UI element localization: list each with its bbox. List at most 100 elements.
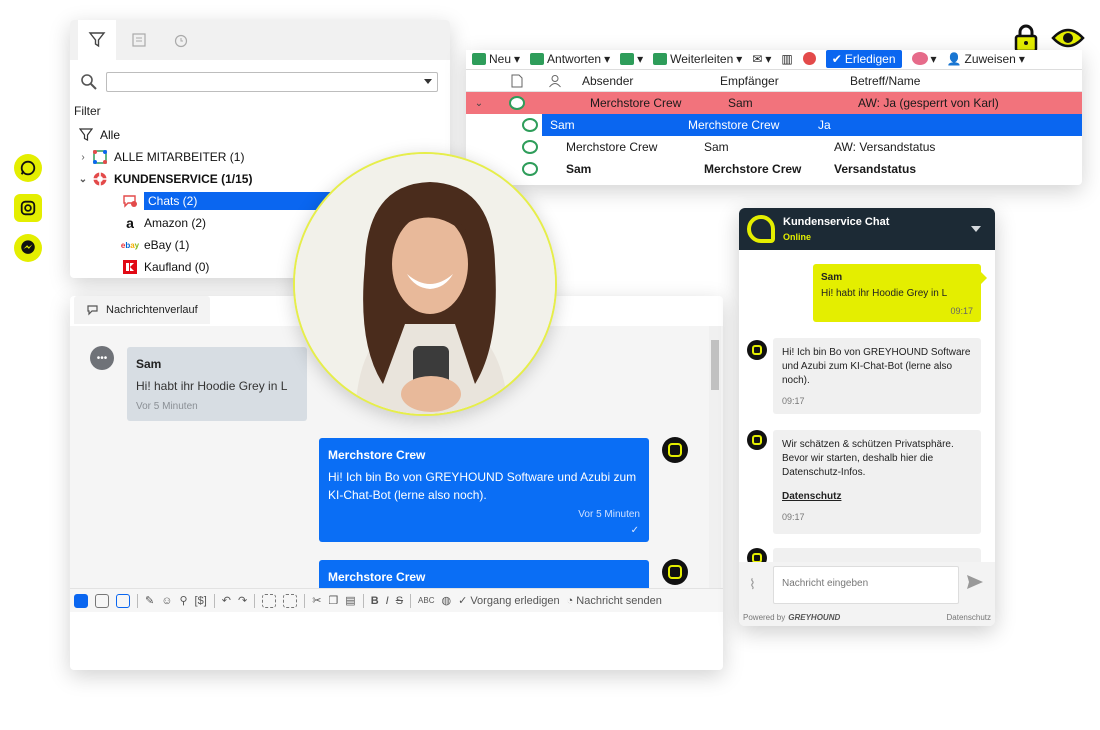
reply-button[interactable]: Antworten ▾: [530, 52, 610, 66]
done-button[interactable]: ✔ Erledigen: [825, 50, 902, 68]
dropdown-caret-icon[interactable]: [424, 79, 432, 84]
tab-label: Nachrichtenverlauf: [106, 304, 198, 316]
status-button[interactable]: ▾: [911, 52, 937, 66]
mail-to: Sam: [728, 96, 753, 110]
chevron-down-icon[interactable]: ⌄: [76, 174, 90, 185]
bold-icon[interactable]: B: [371, 595, 379, 607]
compose-toolbar: ✎ ☺ ⚲ [$] ↶ ↷ ✂ ❐ ▤ B I S ABC ◍ ✓ Vorgan…: [70, 588, 723, 612]
envelope-icon: ✉: [752, 51, 763, 66]
widget-messages: Sam Hi! habt ihr Hoodie Grey in L 09:17 …: [739, 250, 995, 562]
paste-icon[interactable]: ▤: [345, 594, 355, 607]
send-icon[interactable]: [965, 572, 985, 595]
notes-icon: [132, 33, 146, 47]
check-icon: ✔: [831, 51, 842, 66]
task-checkbox-icon[interactable]: [74, 593, 88, 608]
tab-alarm[interactable]: [162, 20, 200, 60]
mail-row[interactable]: ⌄ Merchstore Crew Sam AW: Ja (gesperrt v…: [466, 92, 1082, 114]
cut-icon[interactable]: ✂: [312, 594, 321, 607]
widget-header: Kundenservice Chat Online: [739, 208, 995, 250]
spellcheck-icon[interactable]: ABC: [418, 596, 434, 605]
ebay-icon: ebay: [120, 240, 140, 250]
mail-subject: AW: Ja (gesperrt von Karl): [858, 96, 999, 110]
bot-avatar-icon: [747, 340, 767, 360]
reply-all-button[interactable]: ▾: [620, 52, 643, 66]
chevron-down-icon[interactable]: ⌄: [466, 98, 492, 109]
globe-icon[interactable]: ◍: [442, 594, 452, 607]
lifebuoy-icon: [90, 171, 110, 187]
privacy-link[interactable]: Datenschutz: [782, 490, 972, 504]
send-message-button[interactable]: ◔ Nachricht senden: [567, 595, 662, 607]
message-text: Hi! habt ihr Hoodie Grey in L: [821, 288, 948, 299]
copy-icon[interactable]: ❐: [328, 594, 338, 607]
mail-from: Sam: [550, 118, 575, 132]
tab-notes[interactable]: [120, 20, 158, 60]
tab-filter[interactable]: [78, 20, 116, 60]
footer-privacy-link[interactable]: Datenschutz: [947, 613, 991, 622]
tree-item-label: Kaufland (0): [144, 260, 210, 274]
amazon-icon: a: [126, 215, 134, 231]
send-icon: ◔: [566, 594, 574, 607]
attachment-icon[interactable]: ✎: [145, 594, 154, 607]
mail-row[interactable]: Sam Merchstore Crew Ja: [466, 114, 1082, 136]
mail-row[interactable]: Sam Merchstore Crew Versandstatus: [466, 158, 1082, 180]
strikethrough-icon[interactable]: S: [396, 595, 403, 607]
widget-status: Online: [783, 232, 812, 242]
kaufland-icon: [120, 259, 140, 275]
message-sender: Sam: [136, 357, 162, 371]
mail-subject: AW: Versandstatus: [834, 140, 936, 154]
whatsapp-icon: [14, 154, 42, 182]
column-header-subject[interactable]: Betreff/Name: [850, 74, 1082, 88]
mail-from: Sam: [566, 162, 592, 176]
chevron-down-icon[interactable]: [971, 226, 981, 232]
bot-message: Wir schätzen & schützen Privatsphäre. Be…: [773, 430, 981, 534]
italic-icon[interactable]: I: [386, 595, 389, 607]
undo-icon[interactable]: ↶: [222, 594, 231, 607]
emoji-icon[interactable]: ☺: [161, 595, 172, 607]
select-icon[interactable]: [283, 593, 298, 608]
conversation-scrollbar[interactable]: [709, 326, 721, 588]
alarm-clock-icon: [174, 34, 188, 48]
message-text: Hi! Ich bin Bo von GREYHOUND Software un…: [782, 347, 971, 386]
mail-row[interactable]: Merchstore Crew Sam AW: Versandstatus: [466, 136, 1082, 158]
outgoing-message: Merchstore Crew: [319, 560, 649, 588]
complete-task-button[interactable]: ✓ Vorgang erledigen: [458, 594, 560, 608]
mail-list-header: Absender Empfänger Betreff/Name: [466, 70, 1082, 92]
chat-icon: [518, 114, 542, 136]
tab-message-history[interactable]: Nachrichtenverlauf: [74, 296, 210, 324]
link-icon[interactable]: ⚲: [179, 594, 187, 607]
message-input[interactable]: Nachricht eingeben: [773, 566, 959, 604]
send-mail-button[interactable]: ✉ ▾: [752, 52, 771, 66]
filter-search-input[interactable]: [106, 72, 438, 92]
tree-item-label: Chats (2): [144, 192, 344, 210]
bot-avatar-icon: [662, 559, 688, 585]
archive-button[interactable]: ▥: [781, 52, 792, 66]
forward-icon: [653, 52, 668, 65]
filter-icon: [88, 32, 106, 48]
layout-icon[interactable]: [116, 593, 130, 608]
currency-icon[interactable]: [$]: [195, 595, 207, 607]
mail-toolbar: Neu ▾ Antworten ▾ ▾ Weiterleiten ▾ ✉ ▾ ▥ ✔ Er…: [466, 50, 1082, 70]
column-header-to[interactable]: Empfänger: [720, 74, 850, 88]
complete-task-label: Vorgang erledigen: [470, 594, 560, 607]
tree-item-alle[interactable]: Alle: [70, 124, 450, 146]
new-button[interactable]: Neu ▾: [472, 52, 520, 66]
select-all-icon[interactable]: [262, 593, 277, 608]
send-message-label: Nachricht senden: [576, 594, 662, 607]
paperclip-icon[interactable]: ⌇: [749, 576, 756, 593]
mail-list-panel: Neu ▾ Antworten ▾ ▾ Weiterleiten ▾ ✉ ▾ ▥ ✔ Er…: [466, 50, 1082, 185]
assign-button[interactable]: 👤 Zuweisen ▾: [947, 52, 1025, 66]
dropdown-caret-icon: ▾: [765, 51, 772, 66]
chat-icon: [518, 136, 542, 158]
tree-item-label: Alle: [100, 128, 121, 142]
chat-mode-icon[interactable]: [95, 593, 109, 608]
filter-icon: [76, 127, 96, 143]
redo-icon[interactable]: ↷: [238, 594, 247, 607]
new-mail-icon: [472, 52, 486, 65]
delete-button[interactable]: [802, 52, 816, 65]
column-header-from[interactable]: Absender: [576, 74, 720, 88]
mail-to: Merchstore Crew: [688, 118, 780, 132]
forward-button[interactable]: Weiterleiten ▾: [653, 52, 742, 66]
reply-label: Antworten: [547, 51, 602, 66]
new-label: Neu: [489, 51, 512, 66]
chevron-right-icon[interactable]: ›: [76, 152, 90, 163]
